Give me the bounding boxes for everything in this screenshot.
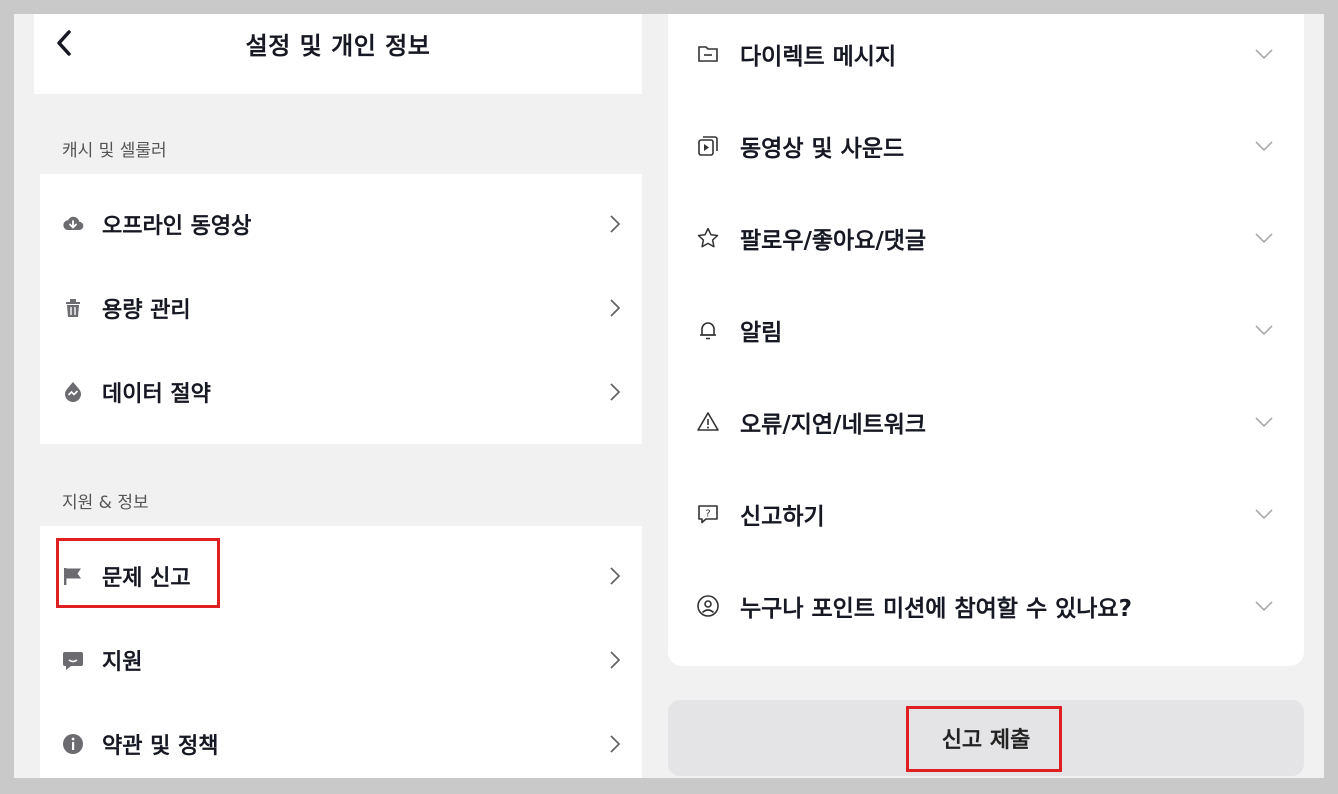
panel-divider — [642, 14, 652, 778]
svg-text:?: ? — [705, 509, 710, 520]
settings-item-label: 오프라인 동영상 — [102, 214, 252, 239]
settings-item-label: 용량 관리 — [102, 298, 191, 323]
trash-icon — [66, 299, 80, 317]
chevron-right-icon — [610, 567, 621, 585]
chevron-down-icon — [1255, 233, 1273, 244]
faq-card: 다이렉트 메시지 동영상 및 사운드 팔로우/좋아요/댓글 알림 오류/지연/네… — [668, 14, 1304, 666]
chevron-down-icon — [1255, 417, 1273, 428]
user-circle-icon — [697, 595, 719, 617]
chevron-down-icon — [1255, 325, 1273, 336]
chevron-down-icon — [1255, 141, 1273, 152]
settings-item-label: 지원 — [102, 650, 143, 675]
app-frame: 설정 및 개인 정보 캐시 및 셀룰러 오프라인 동영상 용량 관리 데이터 절… — [14, 14, 1324, 778]
faq-item-label: 신고하기 — [740, 504, 825, 530]
chevron-right-icon — [610, 383, 621, 401]
settings-item-label: 약관 및 정책 — [102, 734, 219, 759]
top-bar: 설정 및 개인 정보 — [34, 14, 642, 76]
settings-item-offline-videos[interactable]: 오프라인 동영상 — [40, 182, 642, 266]
faq-item-label: 다이렉트 메시지 — [740, 44, 897, 70]
settings-item-support[interactable]: 지원 — [40, 618, 642, 702]
faq-item-label: 동영상 및 사운드 — [740, 136, 905, 162]
settings-item-label: 데이터 절약 — [102, 382, 211, 407]
faq-item-point-mission[interactable]: 누구나 포인트 미션에 참여할 수 있나요? — [668, 560, 1304, 652]
bell-icon — [700, 322, 716, 340]
chevron-down-icon — [1255, 49, 1273, 60]
report-icon: ? — [698, 505, 718, 524]
chevron-right-icon — [610, 735, 621, 753]
info-icon — [63, 734, 83, 754]
faq-item-follow-like-comment[interactable]: 팔로우/좋아요/댓글 — [668, 192, 1304, 284]
report-panel: 다이렉트 메시지 동영상 및 사운드 팔로우/좋아요/댓글 알림 오류/지연/네… — [652, 14, 1324, 778]
cache-card: 오프라인 동영상 용량 관리 데이터 절약 — [40, 174, 642, 444]
star-icon — [697, 227, 719, 248]
chevron-right-icon — [610, 651, 621, 669]
faq-item-label: 팔로우/좋아요/댓글 — [740, 228, 927, 254]
highlight-report-problem — [56, 538, 220, 608]
chevron-right-icon — [610, 299, 621, 317]
chevron-down-icon — [1255, 509, 1273, 520]
cloud-download-icon — [63, 216, 84, 231]
faq-item-reporting[interactable]: ? 신고하기 — [668, 468, 1304, 560]
page-title: 설정 및 개인 정보 — [245, 32, 431, 60]
section-label-cache: 캐시 및 셀룰러 — [62, 141, 167, 161]
settings-item-storage[interactable]: 용량 관리 — [40, 266, 642, 350]
settings-item-data-saver[interactable]: 데이터 절약 — [40, 350, 642, 434]
chat-bubble-icon — [63, 652, 83, 670]
top-strip — [34, 76, 642, 94]
chevron-down-icon — [1255, 601, 1273, 612]
warning-icon — [697, 412, 719, 431]
settings-item-terms[interactable]: 약관 및 정책 — [40, 702, 642, 778]
faq-item-direct-message[interactable]: 다이렉트 메시지 — [668, 14, 1304, 100]
data-saver-icon — [65, 382, 81, 402]
highlight-submit — [906, 706, 1062, 772]
video-play-icon — [698, 136, 718, 156]
faq-item-label: 오류/지연/네트워크 — [740, 412, 927, 438]
faq-item-label: 누구나 포인트 미션에 참여할 수 있나요? — [740, 596, 1132, 622]
section-label-support: 지원 & 정보 — [62, 493, 149, 513]
faq-item-video-sound[interactable]: 동영상 및 사운드 — [668, 100, 1304, 192]
faq-item-error-network[interactable]: 오류/지연/네트워크 — [668, 376, 1304, 468]
settings-panel: 설정 및 개인 정보 캐시 및 셀룰러 오프라인 동영상 용량 관리 데이터 절… — [34, 14, 642, 778]
faq-item-notifications[interactable]: 알림 — [668, 284, 1304, 376]
folder-icon — [698, 46, 718, 62]
faq-item-label: 알림 — [740, 320, 783, 346]
chevron-right-icon — [610, 215, 621, 233]
